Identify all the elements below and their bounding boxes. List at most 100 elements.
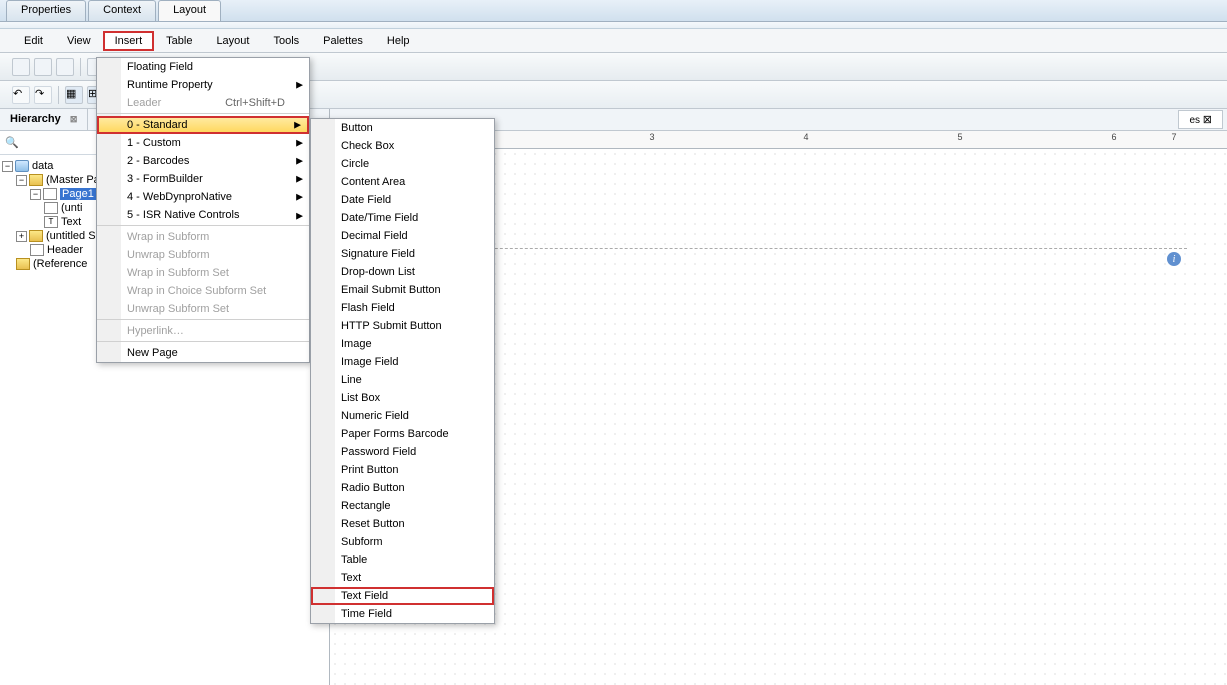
menu-help[interactable]: Help bbox=[375, 31, 422, 51]
tb-align-right-icon[interactable] bbox=[56, 58, 74, 76]
menu-label: 5 - ISR Native Controls bbox=[127, 209, 239, 221]
submenu-print-button[interactable]: Print Button bbox=[311, 461, 494, 479]
submenu-http-submit[interactable]: HTTP Submit Button bbox=[311, 317, 494, 335]
menu-edit[interactable]: Edit bbox=[12, 31, 55, 51]
title-area bbox=[0, 22, 1227, 29]
menu-insert[interactable]: Insert bbox=[103, 31, 155, 51]
menu-wrap-choice: Wrap in Choice Subform Set bbox=[97, 282, 309, 300]
submenu-checkbox[interactable]: Check Box bbox=[311, 137, 494, 155]
submenu-date-field[interactable]: Date Field bbox=[311, 191, 494, 209]
submenu-button[interactable]: Button bbox=[311, 119, 494, 137]
panel-tab-hierarchy[interactable]: Hierarchy ⊠ bbox=[0, 109, 88, 130]
tab-properties[interactable]: Properties bbox=[6, 0, 86, 21]
doc-tab[interactable]: es ⊠ bbox=[1178, 110, 1223, 129]
tree-label: Header bbox=[47, 244, 83, 256]
tb-redo-icon[interactable]: ↷ bbox=[34, 86, 52, 104]
tree-label: (unti bbox=[61, 202, 82, 214]
menu-table[interactable]: Table bbox=[154, 31, 204, 51]
tab-layout[interactable]: Layout bbox=[158, 0, 221, 21]
menu-isr[interactable]: 5 - ISR Native Controls▶ bbox=[97, 206, 309, 226]
menu-label: Print Button bbox=[341, 464, 398, 476]
submenu-image[interactable]: Image bbox=[311, 335, 494, 353]
toolbar-separator bbox=[80, 58, 81, 76]
menu-label: New Page bbox=[127, 347, 178, 359]
close-icon[interactable]: ⊠ bbox=[70, 114, 78, 124]
tb-align-center-icon[interactable] bbox=[34, 58, 52, 76]
collapse-icon[interactable]: − bbox=[16, 175, 27, 186]
menu-custom[interactable]: 1 - Custom▶ bbox=[97, 134, 309, 152]
info-icon[interactable]: i bbox=[1167, 252, 1181, 266]
submenu-datetime-field[interactable]: Date/Time Field bbox=[311, 209, 494, 227]
collapse-icon[interactable]: − bbox=[2, 161, 13, 172]
menu-label: Paper Forms Barcode bbox=[341, 428, 449, 440]
submenu-signature-field[interactable]: Signature Field bbox=[311, 245, 494, 263]
submenu-text-field[interactable]: Text Field bbox=[311, 587, 494, 605]
menu-label: Unwrap Subform bbox=[127, 249, 210, 261]
tb-align-left-icon[interactable] bbox=[12, 58, 30, 76]
submenu-radio-button[interactable]: Radio Button bbox=[311, 479, 494, 497]
submenu-circle[interactable]: Circle bbox=[311, 155, 494, 173]
expand-icon[interactable]: + bbox=[16, 231, 27, 242]
menu-label: Unwrap Subform Set bbox=[127, 303, 229, 315]
tab-context[interactable]: Context bbox=[88, 0, 156, 21]
menu-label: Image Field bbox=[341, 356, 398, 368]
submenu-arrow-icon: ▶ bbox=[296, 80, 303, 91]
tree-label: Text bbox=[61, 216, 81, 228]
menu-view[interactable]: View bbox=[55, 31, 103, 51]
submenu-rectangle[interactable]: Rectangle bbox=[311, 497, 494, 515]
submenu-table[interactable]: Table bbox=[311, 551, 494, 569]
menu-wrap-subform: Wrap in Subform bbox=[97, 228, 309, 246]
menu-tools[interactable]: Tools bbox=[261, 31, 311, 51]
menu-palettes[interactable]: Palettes bbox=[311, 31, 375, 51]
close-icon[interactable]: ⊠ bbox=[1203, 114, 1212, 126]
page-icon bbox=[30, 244, 44, 256]
folder-icon bbox=[16, 258, 30, 270]
ruler-number: 7 bbox=[1171, 132, 1176, 142]
submenu-decimal-field[interactable]: Decimal Field bbox=[311, 227, 494, 245]
submenu-content-area[interactable]: Content Area bbox=[311, 173, 494, 191]
menu-label: Time Field bbox=[341, 608, 392, 620]
tree-label: data bbox=[32, 160, 53, 172]
menu-floating-field[interactable]: Floating Field bbox=[97, 58, 309, 76]
menu-unwrap-subform: Unwrap Subform bbox=[97, 246, 309, 264]
menu-label: Floating Field bbox=[127, 61, 193, 73]
submenu-numeric-field[interactable]: Numeric Field bbox=[311, 407, 494, 425]
submenu-time-field[interactable]: Time Field bbox=[311, 605, 494, 623]
submenu-dropdown-list[interactable]: Drop-down List bbox=[311, 263, 494, 281]
standard-submenu: Button Check Box Circle Content Area Dat… bbox=[310, 118, 495, 624]
submenu-line[interactable]: Line bbox=[311, 371, 494, 389]
submenu-arrow-icon: ▶ bbox=[296, 192, 303, 203]
menu-label: 1 - Custom bbox=[127, 137, 181, 149]
folder-icon bbox=[29, 174, 43, 186]
menu-label: Wrap in Subform bbox=[127, 231, 209, 243]
submenu-subform[interactable]: Subform bbox=[311, 533, 494, 551]
insert-menu-dropdown: Floating Field Runtime Property▶ LeaderC… bbox=[96, 57, 310, 363]
menu-label: Check Box bbox=[341, 140, 394, 152]
search-icon[interactable]: 🔍 bbox=[4, 135, 20, 151]
text-icon: T bbox=[44, 216, 58, 228]
submenu-reset-button[interactable]: Reset Button bbox=[311, 515, 494, 533]
tb-undo-icon[interactable]: ↶ bbox=[12, 86, 30, 104]
menu-label: Table bbox=[341, 554, 367, 566]
submenu-password-field[interactable]: Password Field bbox=[311, 443, 494, 461]
submenu-email-submit[interactable]: Email Submit Button bbox=[311, 281, 494, 299]
submenu-arrow-icon: ▶ bbox=[296, 156, 303, 167]
tree-label: Page1 bbox=[60, 188, 96, 200]
submenu-list-box[interactable]: List Box bbox=[311, 389, 494, 407]
submenu-paper-barcode[interactable]: Paper Forms Barcode bbox=[311, 425, 494, 443]
menu-barcodes[interactable]: 2 - Barcodes▶ bbox=[97, 152, 309, 170]
menu-label: Rectangle bbox=[341, 500, 391, 512]
submenu-text[interactable]: Text bbox=[311, 569, 494, 587]
menu-layout[interactable]: Layout bbox=[204, 31, 261, 51]
menu-label: Drop-down List bbox=[341, 266, 415, 278]
tb-grid-icon[interactable]: ▦ bbox=[65, 86, 83, 104]
submenu-image-field[interactable]: Image Field bbox=[311, 353, 494, 371]
submenu-flash-field[interactable]: Flash Field bbox=[311, 299, 494, 317]
menu-formbuilder[interactable]: 3 - FormBuilder▶ bbox=[97, 170, 309, 188]
menu-new-page[interactable]: New Page bbox=[97, 344, 309, 362]
menu-webdynpro[interactable]: 4 - WebDynproNative▶ bbox=[97, 188, 309, 206]
submenu-arrow-icon: ▶ bbox=[296, 174, 303, 185]
collapse-icon[interactable]: − bbox=[30, 189, 41, 200]
menu-standard[interactable]: 0 - Standard▶ bbox=[97, 116, 309, 134]
menu-runtime-property[interactable]: Runtime Property▶ bbox=[97, 76, 309, 94]
